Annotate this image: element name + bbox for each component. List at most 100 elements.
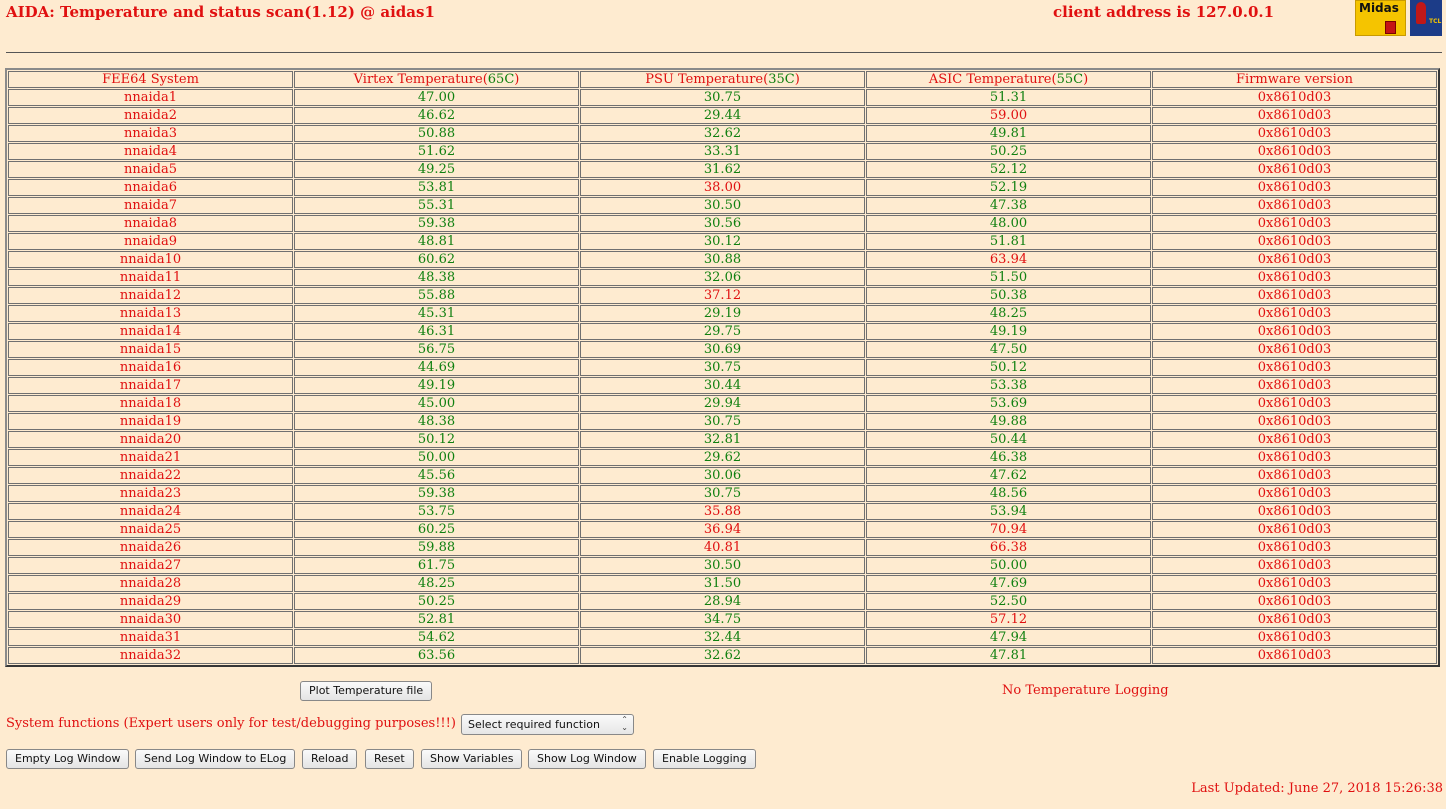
cell-firmware-version: 0x8610d03: [1152, 341, 1437, 358]
cell-psu-temp: 35.88: [580, 503, 865, 520]
cell-firmware-version: 0x8610d03: [1152, 125, 1437, 142]
cell-virtex-temp: 48.38: [294, 269, 579, 286]
cell-virtex-temp: 45.00: [294, 395, 579, 412]
header-psu-temperature: PSU Temperature(35C): [580, 71, 865, 88]
cell-system-name: nnaida25: [8, 521, 293, 538]
cell-firmware-version: 0x8610d03: [1152, 161, 1437, 178]
cell-system-name: nnaida15: [8, 341, 293, 358]
cell-system-name: nnaida12: [8, 287, 293, 304]
table-row: nnaida12 55.88 37.12 50.38 0x8610d03: [8, 287, 1437, 304]
table-row: nnaida23 59.38 30.75 48.56 0x8610d03: [8, 485, 1437, 502]
cell-psu-temp: 28.94: [580, 593, 865, 610]
cell-psu-temp: 30.88: [580, 251, 865, 268]
cell-psu-temp: 32.62: [580, 647, 865, 664]
tcl-logo-text: TCL: [1429, 18, 1442, 25]
cell-psu-temp: 37.12: [580, 287, 865, 304]
cell-firmware-version: 0x8610d03: [1152, 395, 1437, 412]
cell-virtex-temp: 60.62: [294, 251, 579, 268]
cell-firmware-version: 0x8610d03: [1152, 647, 1437, 664]
table-row: nnaida3 50.88 32.62 49.81 0x8610d03: [8, 125, 1437, 142]
cell-psu-temp: 29.75: [580, 323, 865, 340]
enable-logging-button[interactable]: Enable Logging: [653, 749, 756, 769]
cell-system-name: nnaida6: [8, 179, 293, 196]
cell-virtex-temp: 47.00: [294, 89, 579, 106]
show-log-window-button[interactable]: Show Log Window: [528, 749, 646, 769]
table-row: nnaida26 59.88 40.81 66.38 0x8610d03: [8, 539, 1437, 556]
cell-psu-temp: 30.75: [580, 485, 865, 502]
cell-asic-temp: 48.00: [866, 215, 1151, 232]
cell-virtex-temp: 50.88: [294, 125, 579, 142]
cell-asic-temp: 47.38: [866, 197, 1151, 214]
cell-firmware-version: 0x8610d03: [1152, 359, 1437, 376]
table-row: nnaida2 46.62 29.44 59.00 0x8610d03: [8, 107, 1437, 124]
cell-asic-temp: 50.38: [866, 287, 1151, 304]
cell-system-name: nnaida23: [8, 485, 293, 502]
cell-asic-temp: 49.81: [866, 125, 1151, 142]
cell-virtex-temp: 45.56: [294, 467, 579, 484]
cell-firmware-version: 0x8610d03: [1152, 287, 1437, 304]
header-asic-temperature: ASIC Temperature(55C): [866, 71, 1151, 88]
plot-temperature-button[interactable]: Plot Temperature file: [300, 681, 433, 701]
cell-system-name: nnaida8: [8, 215, 293, 232]
cell-psu-temp: 32.81: [580, 431, 865, 448]
cell-asic-temp: 47.81: [866, 647, 1151, 664]
cell-system-name: nnaida29: [8, 593, 293, 610]
page-title: AIDA: Temperature and status scan(1.12) …: [6, 3, 435, 21]
system-functions-label: System functions (Expert users only for …: [6, 716, 456, 731]
table-row: nnaida27 61.75 30.50 50.00 0x8610d03: [8, 557, 1437, 574]
cell-virtex-temp: 45.31: [294, 305, 579, 322]
table-row: nnaida32 63.56 32.62 47.81 0x8610d03: [8, 647, 1437, 664]
cell-asic-temp: 66.38: [866, 539, 1151, 556]
table-row: nnaida8 59.38 30.56 48.00 0x8610d03: [8, 215, 1437, 232]
cell-virtex-temp: 50.25: [294, 593, 579, 610]
cell-psu-temp: 32.62: [580, 125, 865, 142]
cell-asic-temp: 50.44: [866, 431, 1151, 448]
cell-firmware-version: 0x8610d03: [1152, 449, 1437, 466]
show-variables-button[interactable]: Show Variables: [421, 749, 523, 769]
cell-system-name: nnaida22: [8, 467, 293, 484]
cell-asic-temp: 48.56: [866, 485, 1151, 502]
table-row: nnaida25 60.25 36.94 70.94 0x8610d03: [8, 521, 1437, 538]
cell-asic-temp: 51.50: [866, 269, 1151, 286]
cell-system-name: nnaida30: [8, 611, 293, 628]
send-log-to-elog-button[interactable]: Send Log Window to ELog: [135, 749, 296, 769]
cell-asic-temp: 53.38: [866, 377, 1151, 394]
cell-system-name: nnaida20: [8, 431, 293, 448]
table-row: nnaida21 50.00 29.62 46.38 0x8610d03: [8, 449, 1437, 466]
cell-system-name: nnaida3: [8, 125, 293, 142]
cell-firmware-version: 0x8610d03: [1152, 89, 1437, 106]
cell-asic-temp: 47.50: [866, 341, 1151, 358]
reload-button[interactable]: Reload: [302, 749, 358, 769]
cell-psu-temp: 40.81: [580, 539, 865, 556]
cell-firmware-version: 0x8610d03: [1152, 143, 1437, 160]
cell-virtex-temp: 44.69: [294, 359, 579, 376]
cell-virtex-temp: 59.38: [294, 485, 579, 502]
cell-virtex-temp: 54.62: [294, 629, 579, 646]
table-row: nnaida20 50.12 32.81 50.44 0x8610d03: [8, 431, 1437, 448]
cell-virtex-temp: 59.38: [294, 215, 579, 232]
table-row: nnaida14 46.31 29.75 49.19 0x8610d03: [8, 323, 1437, 340]
table-row: nnaida16 44.69 30.75 50.12 0x8610d03: [8, 359, 1437, 376]
cell-virtex-temp: 60.25: [294, 521, 579, 538]
cell-system-name: nnaida18: [8, 395, 293, 412]
tcl-logo: TCL: [1410, 0, 1442, 36]
cell-asic-temp: 53.69: [866, 395, 1151, 412]
cell-system-name: nnaida4: [8, 143, 293, 160]
cell-system-name: nnaida21: [8, 449, 293, 466]
table-header-row: FEE64 System Virtex Temperature(65C) PSU…: [8, 71, 1437, 88]
cell-psu-temp: 30.75: [580, 359, 865, 376]
function-select[interactable]: Select required function ⌃ ⌄: [461, 714, 634, 735]
reset-button[interactable]: Reset: [365, 749, 414, 769]
cell-asic-temp: 52.19: [866, 179, 1151, 196]
empty-log-window-button[interactable]: Empty Log Window: [6, 749, 130, 769]
cell-firmware-version: 0x8610d03: [1152, 323, 1437, 340]
cell-system-name: nnaida17: [8, 377, 293, 394]
table-row: nnaida10 60.62 30.88 63.94 0x8610d03: [8, 251, 1437, 268]
cell-virtex-temp: 46.62: [294, 107, 579, 124]
cell-virtex-temp: 56.75: [294, 341, 579, 358]
temperature-table-container: FEE64 System Virtex Temperature(65C) PSU…: [5, 68, 1440, 667]
cell-psu-temp: 36.94: [580, 521, 865, 538]
cell-asic-temp: 49.88: [866, 413, 1151, 430]
cell-virtex-temp: 48.81: [294, 233, 579, 250]
cell-firmware-version: 0x8610d03: [1152, 377, 1437, 394]
